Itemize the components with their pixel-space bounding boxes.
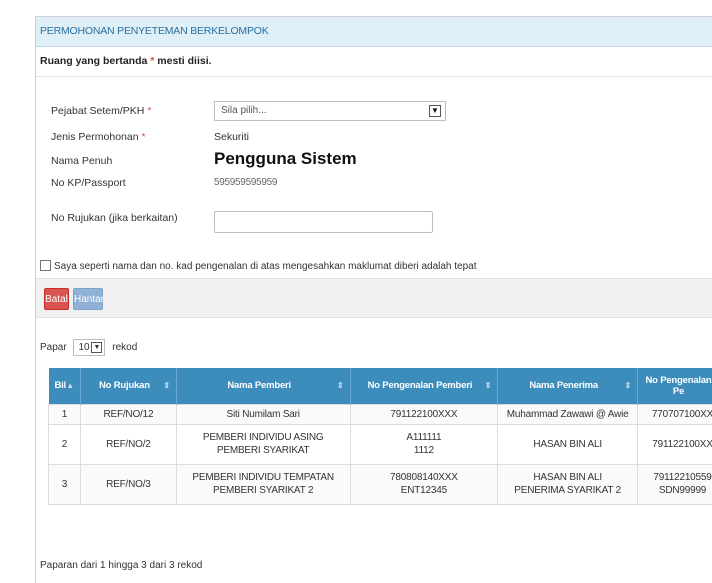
kp-value: 595959595959	[214, 177, 278, 188]
header-id-pemberi-label: No Pengenalan Pemberi	[367, 380, 473, 392]
hantar-button[interactable]: Hantar	[73, 288, 104, 310]
header-nama-penerima-label: Nama Penerima	[529, 380, 598, 392]
paging-suffix: rekod	[112, 342, 138, 354]
id-pemberi-line-1: 791122100XXX	[390, 408, 458, 420]
records-table: Bil ▲ No Rujukan ⇕ Nama Pemberi ⇕ No Pengen…	[48, 368, 712, 505]
header-id-pemberi[interactable]: No Pengenalan Pemberi ⇕	[350, 368, 499, 404]
declaration-row: Saya seperti nama dan no. kad pengenalan…	[40, 260, 477, 272]
cell-rujukan: REF/NO/3	[79, 463, 177, 505]
nama-label: Nama Penuh	[51, 155, 113, 167]
pejabat-select[interactable]: Sila pilih... ▼	[214, 101, 446, 121]
header-bil[interactable]: Bil ▲	[48, 368, 81, 404]
pejabat-label: Pejabat Setem/PKH *	[51, 105, 151, 117]
sort-asc-icon: ▲	[66, 381, 74, 390]
cell-nama-pemberi: PEMBERI INDIVIDU ASING PEMBERI SYARIKAT	[175, 423, 351, 465]
pejabat-label-text: Pejabat Setem/PKH	[51, 105, 145, 117]
pemberi-line-1: PEMBERI INDIVIDU TEMPATAN	[192, 472, 334, 483]
header-nama-pemberi[interactable]: Nama Pemberi ⇕	[176, 368, 351, 404]
cell-nama-penerima: HASAN BIN ALI PENERIMA SYARIKAT 2	[497, 463, 639, 505]
id-penerima-line-2: SDN99999	[658, 485, 707, 496]
jenis-label-text: Jenis Permohonan	[51, 131, 139, 143]
cell-id-pemberi: A111111 1112	[349, 423, 499, 465]
page-length-value: 10	[78, 342, 90, 353]
sort-icon: ⇕	[624, 381, 632, 390]
header-id-penerima[interactable]: No Pengenalan Pe	[637, 368, 712, 404]
header-bil-label: Bil	[54, 380, 66, 392]
table-row[interactable]: 1 REF/NO/12 Siti Numilam Sari 791122100X…	[48, 403, 712, 425]
header-rujukan-label: No Rujukan	[99, 380, 150, 392]
pejabat-required-star: *	[147, 105, 152, 117]
required-note: Ruang yang bertanda * mesti diisi.	[36, 47, 712, 77]
cell-nama-pemberi: Siti Numilam Sari	[175, 403, 351, 425]
cell-nama-penerima: HASAN BIN ALI	[497, 423, 639, 465]
pejabat-select-value: Sila pilih...	[221, 105, 267, 116]
sort-icon: ⇕	[163, 381, 170, 390]
required-note-suffix: mesti diisi.	[154, 55, 212, 67]
sort-icon: ⇕	[336, 381, 344, 390]
id-penerima-line-1: 791122100XX	[652, 438, 712, 450]
paging-prefix: Papar	[40, 342, 67, 354]
chevron-down-icon: ▼	[91, 342, 103, 353]
table-info: Paparan dari 1 hingga 3 dari 3 rekod	[40, 560, 203, 571]
header-nama-penerima[interactable]: Nama Penerima ⇕	[497, 368, 639, 404]
header-nama-pemberi-label: Nama Pemberi	[227, 380, 291, 392]
pemberi-line-2: PEMBERI SYARIKAT 2	[213, 485, 314, 496]
id-pemberi-line-1: 780808140XXX	[390, 472, 458, 483]
id-penerima-line-1: 79112210559	[653, 472, 712, 483]
header-id-penerima-label: No Pengenalan Pe	[645, 374, 712, 397]
pemberi-line-1: Siti Numilam Sari	[226, 408, 300, 420]
jenis-label: Jenis Permohonan *	[51, 131, 146, 143]
pemberi-line-2: PEMBERI SYARIKAT	[216, 445, 310, 456]
header-rujukan[interactable]: No Rujukan ⇕	[80, 368, 177, 404]
id-pemberi-line-2: 1112	[413, 445, 434, 456]
kp-label: No KP/Passport	[51, 177, 126, 189]
id-penerima-line-1: 770707100XX	[651, 408, 712, 420]
penerima-line-1: HASAN BIN ALI	[533, 438, 602, 450]
cell-id-penerima: 791122100XX	[637, 423, 712, 465]
id-pemberi-line-2: ENT12345	[400, 485, 447, 496]
cell-id-penerima: 770707100XX	[637, 403, 712, 425]
declaration-checkbox[interactable]	[40, 260, 51, 271]
application-panel: PERMOHONAN PENYETEMAN BERKELOMPOK Ruang …	[35, 16, 712, 583]
cell-nama-pemberi: PEMBERI INDIVIDU TEMPATAN PEMBERI SYARIKA…	[175, 463, 351, 505]
nama-value: Pengguna Sistem	[214, 149, 357, 168]
table-row[interactable]: 2 REF/NO/2 PEMBERI INDIVIDU ASING PEMBERI…	[48, 423, 712, 465]
penerima-line-2: PENERIMA SYARIKAT 2	[514, 485, 622, 496]
panel-title: PERMOHONAN PENYETEMAN BERKELOMPOK	[36, 17, 712, 47]
rujukan-input[interactable]	[214, 211, 433, 233]
chevron-down-icon: ▼	[429, 105, 441, 117]
cell-rujukan: REF/NO/12	[79, 403, 177, 425]
page-length-control: Papar 10 ▼ rekod	[40, 339, 137, 356]
jenis-value: Sekuriti	[214, 131, 250, 143]
table-row[interactable]: 3 REF/NO/3 PEMBERI INDIVIDU TEMPATAN PEMB…	[48, 463, 712, 505]
required-note-prefix: Ruang yang bertanda	[40, 55, 151, 67]
rujukan-label: No Rujukan (jika berkaitan)	[51, 212, 178, 224]
cell-bil: 1	[48, 403, 81, 425]
button-bar: Batal Hantar	[36, 278, 712, 318]
cell-nama-penerima: Muhammad Zawawi @ Awie	[497, 403, 639, 425]
cell-rujukan: REF/NO/2	[79, 423, 177, 465]
jenis-required-star: *	[141, 131, 146, 143]
cell-bil: 3	[48, 463, 81, 505]
table-header-row: Bil ▲ No Rujukan ⇕ Nama Pemberi ⇕ No Pengen…	[48, 368, 712, 404]
pemberi-line-1: PEMBERI INDIVIDU ASING	[202, 432, 324, 443]
cell-id-penerima: 79112210559 SDN99999	[637, 463, 712, 505]
penerima-line-1: HASAN BIN ALI	[533, 472, 602, 483]
cell-id-pemberi: 791122100XXX	[349, 403, 499, 425]
cell-bil: 2	[48, 423, 81, 465]
sort-icon: ⇕	[484, 381, 492, 390]
cell-id-pemberi: 780808140XXX ENT12345	[349, 463, 499, 505]
page-length-select[interactable]: 10 ▼	[73, 339, 106, 356]
batal-button[interactable]: Batal	[44, 288, 69, 310]
penerima-line-1: Muhammad Zawawi @ Awie	[506, 408, 629, 420]
declaration-text: Saya seperti nama dan no. kad pengenalan…	[54, 261, 477, 272]
id-pemberi-line-1: A111111	[406, 432, 442, 443]
